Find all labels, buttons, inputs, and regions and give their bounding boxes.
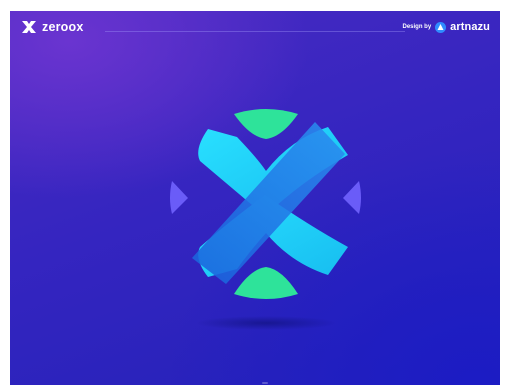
mark-shadow xyxy=(196,316,336,330)
artwork-canvas: zeroox Design by artnazu xyxy=(10,11,500,385)
left-violet-wedge xyxy=(170,181,188,214)
bottom-green-petal xyxy=(234,267,298,299)
top-green-petal xyxy=(234,109,298,139)
zeroox-mark xyxy=(170,109,361,330)
footer-mark xyxy=(262,382,268,384)
right-violet-wedge xyxy=(343,181,361,214)
